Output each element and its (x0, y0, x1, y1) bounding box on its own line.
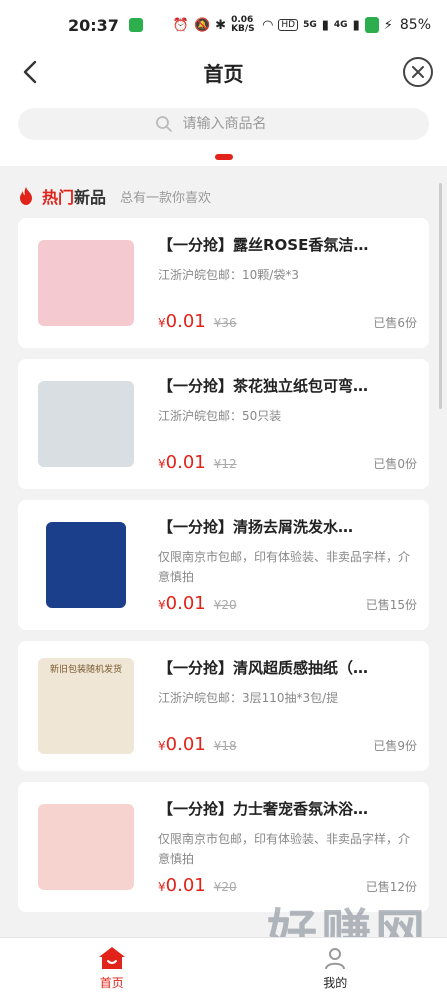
section-header: 热门新品 总有一款你喜欢 (0, 166, 447, 218)
tab-home[interactable]: 首页 (0, 938, 224, 999)
hd-badge: HD (278, 19, 299, 31)
product-price-row: ¥0.01 ¥36 已售6份 (158, 311, 417, 332)
product-description: 仅限南京市包邮，印有体验装、非卖品字样，介意慎拍 (158, 832, 411, 866)
product-image[interactable]: 新旧包装随机发货 (30, 653, 142, 759)
alarm-icon: ⏰ (172, 17, 189, 33)
net-speed: 0.06 KB/S (231, 15, 255, 34)
tab-mine[interactable]: 我的 (224, 938, 447, 999)
close-miniprogram-button[interactable] (403, 57, 433, 87)
product-info: 【一分抢】力士奢宠香氛沐浴… 仅限南京市包邮，印有体验装、非卖品字样，介意慎拍 … (158, 794, 417, 900)
product-price: ¥0.01 (158, 875, 206, 896)
bluetooth-icon: ✱ (215, 17, 227, 33)
battery-level: 85% (399, 17, 431, 33)
chevron-left-icon (23, 60, 37, 84)
product-image[interactable] (30, 371, 142, 477)
product-card[interactable]: 【一分抢】力士奢宠香氛沐浴… 仅限南京市包邮，印有体验装、非卖品字样，介意慎拍 … (18, 782, 429, 912)
product-image[interactable] (30, 512, 142, 618)
product-price: ¥0.01 (158, 452, 206, 473)
mute-icon: 🔕 (193, 17, 211, 33)
fire-icon (20, 187, 32, 205)
product-title[interactable]: 【一分抢】清扬去屑洗发水… (158, 516, 398, 537)
product-price-row: ¥0.01 ¥18 已售9份 (158, 734, 417, 755)
product-list: 【一分抢】露丝ROSE香氛洁… 江浙沪皖包邮：10颗/袋*3 ¥0.01 ¥36… (0, 218, 447, 912)
sold-count: 已售12份 (365, 880, 417, 894)
product-title[interactable]: 【一分抢】力士奢宠香氛沐浴… (158, 798, 398, 819)
signal-4g: 4G (333, 20, 348, 30)
product-info: 【一分抢】清扬去屑洗发水… 仅限南京市包邮，印有体验装、非卖品字样，介意慎拍 ¥… (158, 512, 417, 618)
search-area (0, 94, 447, 148)
original-price: ¥18 (213, 739, 237, 753)
section-title: 热门新品 (42, 184, 106, 208)
sold-count: 已售6份 (373, 316, 417, 330)
product-image-placeholder (38, 804, 134, 890)
vpn-shield-icon (364, 17, 379, 33)
tab-mine-label: 我的 (323, 976, 348, 990)
product-image-placeholder (38, 240, 134, 326)
product-price: ¥0.01 (158, 734, 206, 755)
product-price: ¥0.01 (158, 593, 206, 614)
product-info: 【一分抢】茶花独立纸包可弯… 江浙沪皖包邮：50只装 ¥0.01 ¥12 已售0… (158, 371, 417, 477)
nav-bar: 首页 (0, 50, 447, 94)
status-time: 20:37 (68, 15, 119, 35)
product-description: 江浙沪皖包邮：3层110抽*3包/提 (158, 691, 339, 705)
product-title[interactable]: 【一分抢】露丝ROSE香氛洁… (158, 234, 398, 255)
back-button[interactable] (14, 56, 46, 88)
close-icon (412, 66, 424, 78)
original-price: ¥20 (213, 598, 237, 612)
signal-5g: 5G (303, 20, 317, 30)
product-info: 【一分抢】清风超质感抽纸（… 江浙沪皖包邮：3层110抽*3包/提 ¥0.01 … (158, 653, 417, 759)
section-title-dark: 新品 (74, 188, 107, 207)
product-price: ¥0.01 (158, 311, 206, 332)
product-card[interactable]: 新旧包装随机发货 【一分抢】清风超质感抽纸（… 江浙沪皖包邮：3层110抽*3包… (18, 641, 429, 771)
product-description: 江浙沪皖包邮：10颗/袋*3 (158, 268, 299, 282)
banner-indicator-row (0, 148, 447, 166)
signal-bars-icon-2: ▮ (352, 17, 360, 33)
banner-indicator[interactable] (214, 154, 233, 160)
product-description: 江浙沪皖包邮：50只装 (158, 409, 282, 423)
product-card[interactable]: 【一分抢】茶花独立纸包可弯… 江浙沪皖包邮：50只装 ¥0.01 ¥12 已售0… (18, 359, 429, 489)
home-icon (98, 947, 125, 969)
product-image-placeholder (38, 381, 134, 467)
scrollbar[interactable] (439, 183, 442, 409)
product-price-row: ¥0.01 ¥20 已售12份 (158, 875, 417, 896)
signal-bars-icon: ▮ (321, 17, 329, 33)
charging-icon: ⚡ (383, 17, 393, 33)
user-icon (325, 948, 346, 970)
product-title[interactable]: 【一分抢】清风超质感抽纸（… (158, 657, 398, 678)
section-subtitle: 总有一款你喜欢 (120, 190, 212, 206)
section-title-red: 热门 (42, 188, 75, 207)
product-image[interactable] (30, 794, 142, 900)
product-price-row: ¥0.01 ¥20 已售15份 (158, 593, 417, 614)
original-price: ¥36 (213, 316, 237, 330)
original-price: ¥12 (213, 457, 237, 471)
sold-count: 已售15份 (365, 598, 417, 612)
status-icons: ⏰ 🔕 ✱ 0.06 KB/S ◠ HD 5G ▮ 4G ▮ ⚡ 85% (173, 16, 431, 34)
page-title: 首页 (203, 61, 244, 86)
wifi-icon: ◠ (262, 17, 274, 33)
product-description: 仅限南京市包邮，印有体验装、非卖品字样，介意慎拍 (158, 550, 411, 584)
product-price-row: ¥0.01 ¥12 已售0份 (158, 452, 417, 473)
product-title[interactable]: 【一分抢】茶花独立纸包可弯… (158, 375, 398, 396)
sold-count: 已售0份 (373, 457, 417, 471)
status-bar: 20:37 ⏰ 🔕 ✱ 0.06 KB/S ◠ HD 5G ▮ 4G ▮ ⚡ 8… (0, 0, 447, 50)
tab-home-label: 首页 (99, 976, 124, 990)
product-image-placeholder: 新旧包装随机发货 (38, 658, 134, 754)
search-icon (155, 116, 172, 132)
search-input[interactable] (182, 116, 293, 132)
original-price: ¥20 (213, 880, 237, 894)
wechat-notification-icon (128, 18, 143, 32)
product-card[interactable]: 【一分抢】露丝ROSE香氛洁… 江浙沪皖包邮：10颗/袋*3 ¥0.01 ¥36… (18, 218, 429, 348)
tab-bar: 首页 我的 (0, 937, 447, 999)
product-image-placeholder (46, 522, 126, 608)
sold-count: 已售9份 (373, 739, 417, 753)
product-info: 【一分抢】露丝ROSE香氛洁… 江浙沪皖包邮：10颗/袋*3 ¥0.01 ¥36… (158, 230, 417, 336)
product-image[interactable] (30, 230, 142, 336)
product-card[interactable]: 【一分抢】清扬去屑洗发水… 仅限南京市包邮，印有体验装、非卖品字样，介意慎拍 ¥… (18, 500, 429, 630)
search-box[interactable] (18, 108, 429, 140)
